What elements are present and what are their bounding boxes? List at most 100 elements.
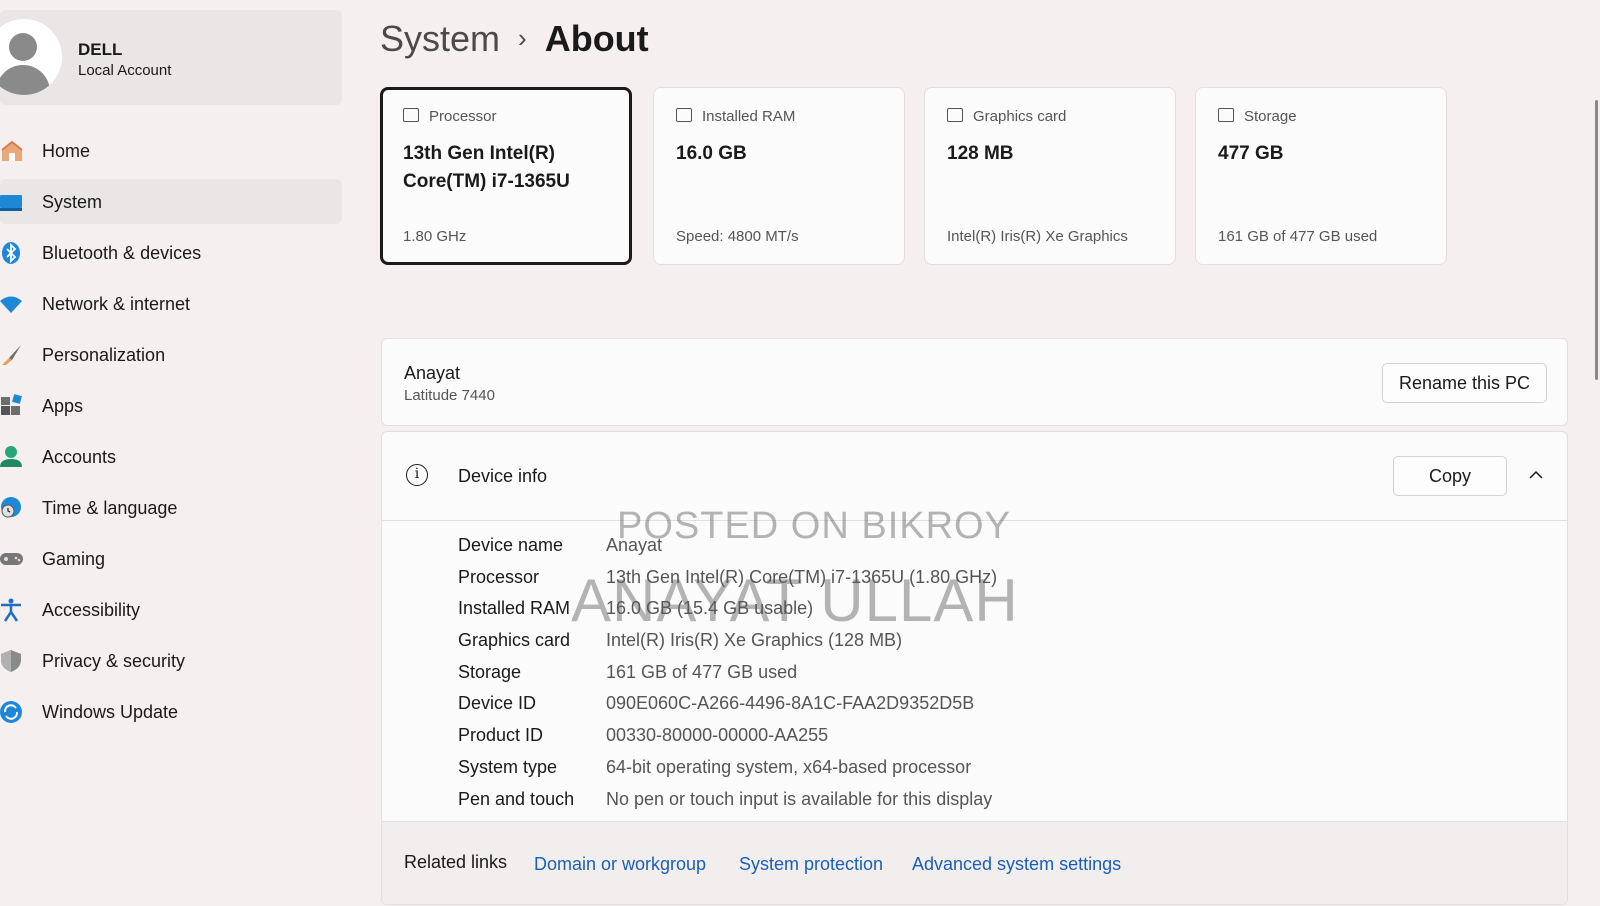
accounts-icon — [0, 445, 24, 469]
sidebar-item-label: Network & internet — [42, 294, 191, 314]
sidebar-item-home[interactable]: Home — [0, 128, 342, 173]
spec-card-value: 128 MB — [947, 143, 1014, 164]
sidebar-item-label: System — [42, 192, 103, 212]
sidebar-item-privacy-security[interactable]: Privacy & security — [0, 638, 342, 683]
copy-button[interactable]: Copy — [1393, 456, 1507, 496]
device-info-value: 00330-80000-00000-AA255 — [606, 725, 829, 746]
spec-card-heading: Processor — [403, 108, 497, 125]
wifi-icon — [0, 292, 24, 316]
graphics-card-icon — [947, 108, 963, 122]
profile-card[interactable]: DELL Local Account — [0, 10, 342, 105]
processor-icon — [403, 108, 419, 122]
device-info-key: Device ID — [458, 693, 537, 714]
sidebar-item-gaming[interactable]: Gaming — [0, 536, 342, 581]
breadcrumb-parent[interactable]: System — [380, 18, 500, 59]
sidebar-item-system[interactable]: System — [0, 179, 342, 224]
sidebar-item-accessibility[interactable]: Accessibility — [0, 587, 342, 632]
spec-card-heading: Storage — [1218, 108, 1297, 125]
pc-model: Latitude 7440 — [404, 387, 495, 404]
apps-icon — [0, 394, 24, 418]
page-title: About — [544, 18, 649, 59]
sidebar-item-time-language[interactable]: Time & language — [0, 485, 342, 530]
spec-card-heading: Installed RAM — [676, 108, 795, 125]
sidebar-item-accounts[interactable]: Accounts — [0, 434, 342, 479]
spec-card-heading-text: Processor — [429, 108, 497, 125]
sidebar-item-label: Apps — [42, 396, 84, 416]
brush-icon — [0, 343, 24, 367]
spec-card-sub: 1.80 GHz — [403, 228, 467, 245]
sidebar-item-label: Bluetooth & devices — [42, 243, 202, 263]
watermark-line-2: ANAYAT ULLAH — [571, 567, 1019, 634]
avatar[interactable] — [0, 19, 62, 95]
avatar-body — [0, 65, 50, 95]
spec-card-value: 16.0 GB — [676, 143, 747, 164]
bluetooth-icon — [0, 241, 24, 265]
device-info-key: Graphics card — [458, 630, 571, 651]
sidebar-item-bluetooth[interactable]: Bluetooth & devices — [0, 230, 342, 275]
device-info-value: 64-bit operating system, x64-based proce… — [606, 756, 972, 777]
spec-card-storage[interactable]: Storage 477 GB 161 GB of 477 GB used — [1195, 87, 1447, 265]
spec-card-heading: Graphics card — [947, 108, 1066, 125]
device-info-key: Pen and touch — [458, 788, 575, 809]
device-info-key: System type — [458, 756, 558, 777]
system-icon — [0, 190, 24, 214]
accessibility-icon — [0, 598, 24, 622]
sidebar-item-windows-update[interactable]: Windows Update — [0, 689, 342, 734]
sidebar-item-label: Gaming — [42, 549, 106, 569]
spec-card-ram[interactable]: Installed RAM 16.0 GB Speed: 4800 MT/s — [653, 87, 905, 265]
related-links: Related links Domain or workgroup System… — [382, 821, 1567, 904]
chevron-right-icon: › — [518, 23, 527, 53]
link-system-protection[interactable]: System protection — [739, 854, 883, 875]
sidebar-item-label: Privacy & security — [42, 651, 186, 671]
spec-card-heading-text: Graphics card — [973, 108, 1067, 125]
spec-card-sub: Speed: 4800 MT/s — [676, 228, 799, 245]
shield-icon — [0, 649, 24, 673]
chevron-up-icon[interactable] — [1529, 468, 1543, 482]
ram-icon — [676, 108, 692, 122]
device-info-title: Device info — [458, 466, 548, 486]
device-info-key: Processor — [458, 566, 540, 587]
pc-name: Anayat — [404, 363, 461, 383]
device-info-key: Device name — [458, 535, 564, 555]
scrollbar[interactable] — [1595, 100, 1598, 380]
info-icon: i — [406, 464, 428, 486]
sidebar-item-label: Time & language — [42, 498, 178, 518]
device-info-value: 090E060C-A266-4496-8A1C-FAA2D9352D5B — [606, 693, 975, 714]
update-icon — [0, 700, 24, 724]
sidebar-nav: Home System Bluetooth & devices Network … — [0, 128, 342, 740]
link-domain-workgroup[interactable]: Domain or workgroup — [534, 854, 706, 875]
sidebar-item-personalization[interactable]: Personalization — [0, 332, 342, 377]
profile-name: DELL — [78, 40, 123, 59]
home-icon — [0, 139, 24, 163]
sidebar-item-label: Windows Update — [42, 702, 179, 722]
related-links-label: Related links — [404, 852, 508, 872]
device-info-panel: i Device info Copy Device name Anayat Pro… — [381, 431, 1568, 905]
spec-card-sub: Intel(R) Iris(R) Xe Graphics — [947, 228, 1128, 245]
spec-card-heading-text: Storage — [1244, 108, 1297, 125]
spec-card-sub: 161 GB of 477 GB used — [1218, 228, 1378, 245]
sidebar-item-apps[interactable]: Apps — [0, 383, 342, 428]
storage-icon — [1218, 108, 1234, 122]
device-info-key: Storage — [458, 661, 522, 682]
sidebar-item-label: Personalization — [42, 345, 166, 365]
spec-card-value: 477 GB — [1218, 143, 1284, 164]
device-info-key: Installed RAM — [458, 598, 571, 619]
rename-pc-button[interactable]: Rename this PC — [1382, 363, 1547, 403]
spec-card-value: 13th Gen Intel(R) Core(TM) i7-1365U — [403, 143, 570, 192]
sidebar-item-network[interactable]: Network & internet — [0, 281, 342, 326]
globe-clock-icon — [0, 496, 24, 520]
sidebar-item-label: Accessibility — [42, 600, 141, 620]
breadcrumb: System › About — [380, 18, 649, 60]
spec-card-processor[interactable]: Processor 13th Gen Intel(R) Core(TM) i7-… — [380, 87, 632, 265]
link-advanced-system-settings[interactable]: Advanced system settings — [912, 854, 1121, 875]
avatar-head — [9, 33, 37, 61]
pc-name-panel: Anayat Latitude 7440 Rename this PC — [381, 338, 1568, 426]
device-info-value: No pen or touch input is available for t… — [606, 788, 993, 809]
device-info-key: Product ID — [458, 725, 544, 746]
gamepad-icon — [0, 547, 24, 571]
spec-card-graphics[interactable]: Graphics card 128 MB Intel(R) Iris(R) Xe… — [924, 87, 1176, 265]
profile-account-type: Local Account — [78, 62, 172, 79]
sidebar-item-label: Home — [42, 141, 91, 161]
sidebar-item-label: Accounts — [42, 447, 117, 467]
device-info-value: 161 GB of 477 GB used — [606, 661, 798, 682]
